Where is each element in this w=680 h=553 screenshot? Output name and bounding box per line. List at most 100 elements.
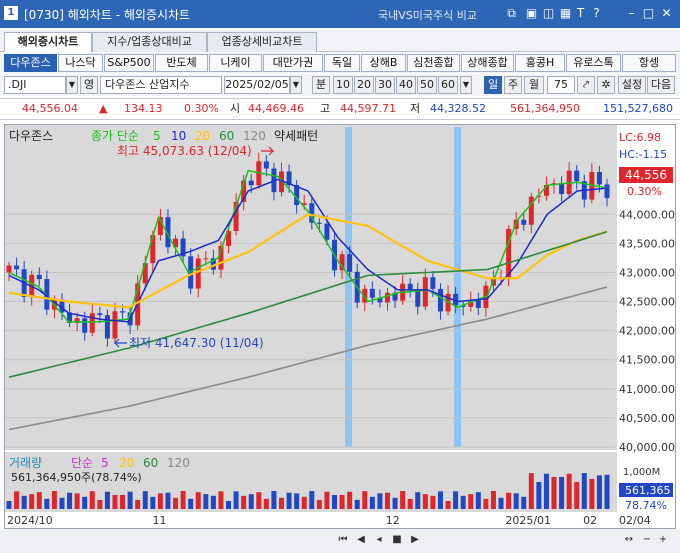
bottom-toolbar: ⏮ ◀ ◂ ■ ▶ ↔ − + bbox=[0, 529, 680, 553]
candle-body-75 bbox=[574, 170, 580, 182]
volume-bar-60 bbox=[460, 495, 466, 509]
category-shanghai-b[interactable]: 상해B bbox=[361, 54, 406, 72]
candle-body-11 bbox=[89, 313, 95, 333]
volume-bar-41 bbox=[316, 499, 322, 509]
interval-60[interactable]: 60 bbox=[438, 76, 458, 94]
count-input[interactable]: 75 bbox=[547, 76, 575, 94]
volume-bar-62 bbox=[475, 492, 481, 509]
current-price: 44,556.04 bbox=[22, 102, 78, 115]
category-shanghai-comp[interactable]: 상해종합 bbox=[461, 54, 514, 72]
close-icon[interactable]: ✕ bbox=[659, 5, 674, 21]
volume-bar-18 bbox=[142, 491, 148, 509]
candle-body-14 bbox=[112, 311, 118, 339]
volume-bar-22 bbox=[173, 497, 179, 509]
first-icon[interactable]: ⏮ bbox=[336, 532, 350, 548]
interval-50[interactable]: 50 bbox=[417, 76, 437, 94]
interval-10[interactable]: 10 bbox=[333, 76, 353, 94]
settings-button[interactable]: 설정 bbox=[618, 76, 646, 94]
play-icon[interactable]: ▶ bbox=[408, 532, 422, 548]
period-day[interactable]: 일 bbox=[484, 76, 502, 94]
trend-tool-icon[interactable]: ⤤ bbox=[577, 76, 595, 94]
chart-panel[interactable]: 40,000.00 40,500.00 41,000.00 41,500.00 42,0… bbox=[4, 124, 676, 529]
category-nasdaq[interactable]: 나스닥 bbox=[58, 54, 103, 72]
stop-icon[interactable]: ■ bbox=[390, 532, 404, 548]
candle-body-50 bbox=[384, 292, 390, 303]
prev-icon[interactable]: ◀ bbox=[354, 532, 368, 548]
candle-body-53 bbox=[407, 283, 413, 290]
period-week[interactable]: 주 bbox=[504, 76, 522, 94]
y-tick-2: 41,000.00 bbox=[619, 383, 675, 396]
lc-label: LC:6.98 bbox=[619, 131, 661, 144]
zoom-icon[interactable]: ↔ bbox=[622, 532, 636, 548]
candle-body-42 bbox=[324, 223, 330, 240]
lock-icon[interactable]: ▣ bbox=[524, 5, 539, 21]
candle-body-68 bbox=[521, 219, 527, 225]
category-taiwan[interactable]: 대만가권 bbox=[263, 54, 323, 72]
symbol-dropdown-icon[interactable]: ▼ bbox=[66, 76, 78, 94]
category-dow[interactable]: 다우존스 bbox=[4, 54, 57, 72]
gear-icon[interactable]: ✲ bbox=[597, 76, 615, 94]
volume-bar-79 bbox=[604, 474, 610, 509]
vol-tag: 561,365 bbox=[625, 484, 671, 497]
scroll-bar[interactable] bbox=[430, 532, 444, 548]
compare-link[interactable]: 국내VS미국주식 비교 bbox=[378, 7, 477, 23]
grid-icon[interactable]: ▦ bbox=[558, 5, 573, 21]
date-picker-icon[interactable]: ▼ bbox=[290, 76, 302, 94]
volume-bar-0 bbox=[6, 501, 12, 509]
zoom-out-icon[interactable]: − bbox=[640, 532, 654, 548]
play-prev-icon[interactable]: ◂ bbox=[372, 532, 386, 548]
date-input[interactable]: 2025/02/05 bbox=[224, 76, 290, 94]
volume-bar-71 bbox=[543, 473, 549, 509]
english-toggle[interactable]: 영 bbox=[80, 76, 98, 94]
index-category-bar: 다우존스 나스닥 S&P500 반도체 니케이 대만가권 독일 상해B 심천종합… bbox=[0, 53, 680, 73]
tab-overseas-chart[interactable]: 해외증시차트 bbox=[4, 32, 92, 52]
candle-body-57 bbox=[437, 288, 443, 312]
vol-legend-5: 5 bbox=[101, 456, 109, 470]
candle-body-73 bbox=[559, 183, 565, 195]
category-semiconductor[interactable]: 반도체 bbox=[155, 54, 208, 72]
text-icon[interactable]: T bbox=[573, 5, 588, 21]
candle-body-4 bbox=[36, 274, 42, 280]
volume-bar-16 bbox=[127, 491, 133, 509]
legend-ma-120: 120 bbox=[243, 129, 266, 143]
price-chart-svg[interactable]: 40,000.00 40,500.00 41,000.00 41,500.00 42,0… bbox=[5, 125, 675, 528]
symbol-input[interactable]: .DJI bbox=[4, 76, 66, 94]
chart-icon[interactable]: ◫ bbox=[541, 5, 556, 21]
help-icon[interactable]: ? bbox=[589, 5, 604, 21]
interval-20[interactable]: 20 bbox=[354, 76, 374, 94]
category-eurostoxx[interactable]: 유로스톡 bbox=[566, 54, 621, 72]
volume-bar-51 bbox=[392, 497, 398, 509]
tab-sector-detail[interactable]: 업종상세비교차트 bbox=[207, 32, 317, 52]
category-shenzhen[interactable]: 심천종합 bbox=[407, 54, 460, 72]
tab-relative-compare[interactable]: 지수/업종상대비교 bbox=[92, 32, 207, 52]
category-hangseng[interactable]: 항셍 bbox=[622, 54, 676, 72]
volume-bar-29 bbox=[226, 500, 232, 509]
volume-bar-26 bbox=[203, 494, 209, 509]
category-nikkei[interactable]: 니케이 bbox=[209, 54, 262, 72]
volume-bar-58 bbox=[445, 500, 451, 509]
zoom-in-icon[interactable]: + bbox=[656, 532, 670, 548]
volume-bar-23 bbox=[180, 491, 186, 509]
category-hongkong-h[interactable]: 홍콩H bbox=[515, 54, 565, 72]
volume-bar-76 bbox=[581, 473, 587, 509]
window-icon[interactable]: ⧉ bbox=[504, 5, 519, 21]
candle-body-32 bbox=[248, 180, 254, 186]
category-sp500[interactable]: S&P500 bbox=[104, 54, 154, 72]
y-tick-1: 40,500.00 bbox=[619, 412, 675, 425]
low-price: 44,328.52 bbox=[430, 102, 486, 115]
maximize-icon[interactable]: □ bbox=[641, 5, 656, 21]
interval-40[interactable]: 40 bbox=[396, 76, 416, 94]
next-button[interactable]: 다음 bbox=[647, 76, 675, 94]
interval-dropdown-icon[interactable]: ▼ bbox=[460, 76, 472, 94]
volume-bar-65 bbox=[498, 497, 504, 509]
candle-body-54 bbox=[415, 289, 421, 307]
volume-bar-24 bbox=[188, 498, 194, 509]
volume-bar-40 bbox=[309, 491, 315, 509]
candle-body-19 bbox=[150, 235, 156, 264]
minute-button[interactable]: 분 bbox=[312, 76, 330, 94]
x-tick-1: 11 bbox=[153, 514, 167, 527]
interval-30[interactable]: 30 bbox=[375, 76, 395, 94]
category-germany[interactable]: 독일 bbox=[324, 54, 360, 72]
minimize-icon[interactable]: – bbox=[624, 5, 639, 21]
period-month[interactable]: 월 bbox=[524, 76, 544, 94]
